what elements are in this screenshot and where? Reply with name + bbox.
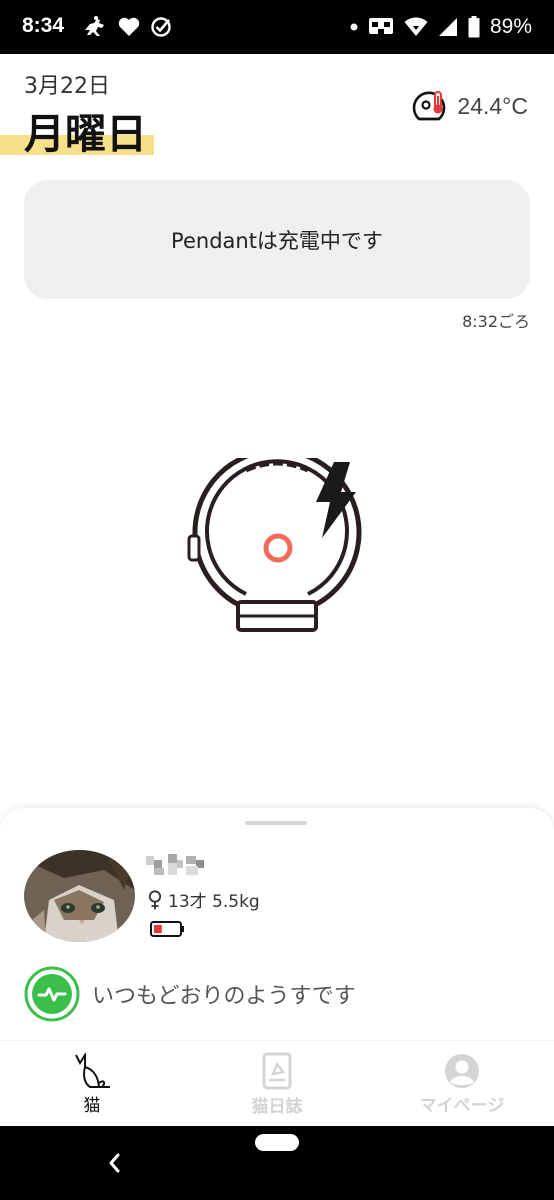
temperature-display: 24.4°C (409, 86, 528, 126)
lightning-icon (316, 462, 356, 538)
nav-label-cat: 猫 (83, 1095, 101, 1116)
dot-icon (350, 23, 358, 31)
home-pill-button[interactable] (255, 1134, 299, 1151)
pendant-battery-icon (150, 921, 184, 937)
date-label: 3月22日 (24, 74, 110, 99)
nav-item-mypage[interactable]: マイページ (370, 1041, 554, 1127)
check-circle-icon (151, 17, 171, 37)
sheet-drag-handle[interactable] (245, 821, 307, 825)
temperature-value: 24.4°C (457, 92, 528, 119)
status-message-time: 8:32ごろ (462, 312, 530, 331)
system-status: 89% (350, 14, 532, 40)
status-message-text: Pendantは充電中です (171, 228, 383, 253)
pet-status-row[interactable]: いつもどおりのようすです (24, 966, 356, 1022)
pet-age-weight: 13才 5.5kg (168, 892, 260, 912)
health-status-icon (24, 966, 80, 1022)
battery-icon (468, 16, 480, 38)
bottom-nav: 猫 猫日誌 マイページ (0, 1040, 554, 1126)
female-icon (148, 889, 162, 909)
cast-icon (368, 18, 393, 34)
status-time: 8:34 (22, 14, 65, 37)
diary-icon (262, 1052, 292, 1089)
nav-label-diary: 猫日誌 (251, 1096, 303, 1117)
status-message-card[interactable]: Pendantは充電中です (24, 180, 530, 299)
wifi-icon (404, 17, 428, 36)
charging-indicator (263, 533, 293, 563)
pet-summary-sheet[interactable]: 13才 5.5kg いつもどおりのようすです (0, 808, 554, 1040)
heart-icon (118, 17, 140, 36)
signal-icon (438, 18, 457, 36)
thermo-device-icon (413, 91, 446, 121)
notification-icons (82, 15, 172, 39)
pet-avatar[interactable] (24, 850, 135, 942)
status-bar: 8:34 89% (0, 0, 554, 54)
nav-label-mypage: マイページ (419, 1095, 505, 1116)
pet-info: 13才 5.5kg (148, 887, 260, 912)
cat-icon (75, 1052, 110, 1088)
system-nav-bar (0, 1126, 554, 1200)
nav-item-diary[interactable]: 猫日誌 (185, 1041, 369, 1127)
day-label: 月曜日 (24, 110, 147, 158)
horse-rider-icon (85, 16, 104, 36)
back-icon[interactable] (104, 1150, 124, 1176)
pet-status-text: いつもどおりのようすです (92, 984, 356, 1009)
battery-level-fill (154, 925, 162, 933)
pet-name-blurred (146, 854, 204, 875)
nav-item-cat[interactable]: 猫 (0, 1041, 184, 1127)
profile-icon (445, 1053, 479, 1088)
pendant-charging-illustration (187, 458, 362, 632)
battery-percent: 89% (489, 15, 532, 38)
